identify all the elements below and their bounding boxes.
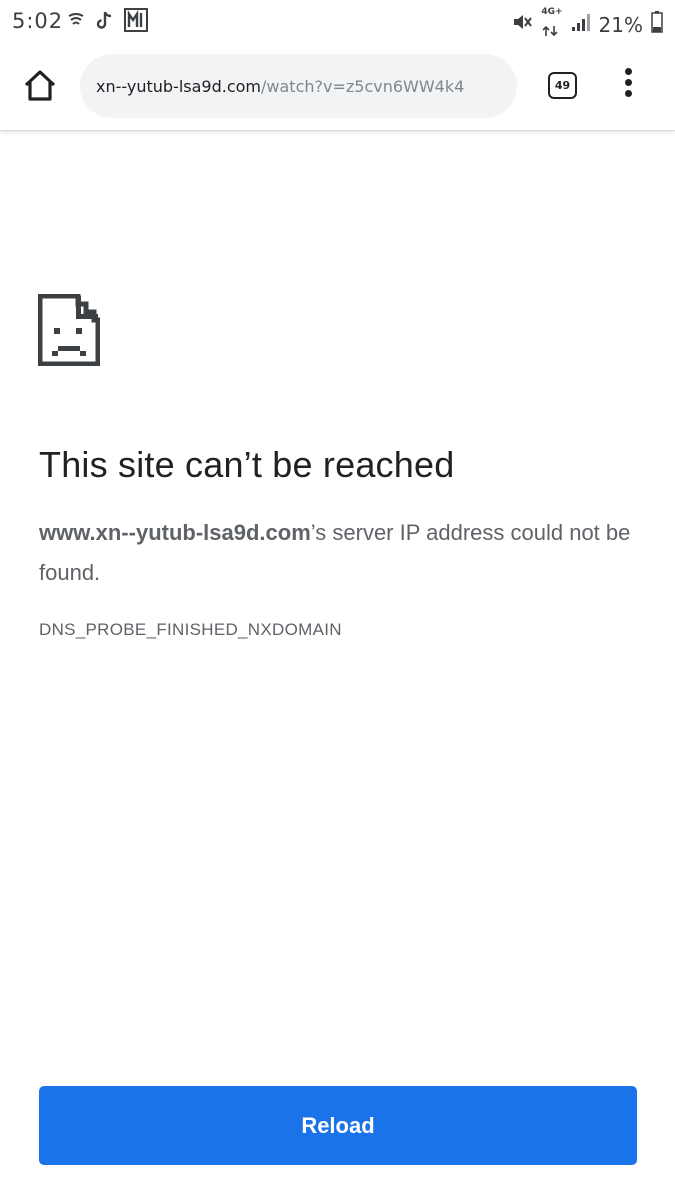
url-bar[interactable]: xn--yutub-lsa9d.com/watch?v=z5cvn6WW4k4 xyxy=(80,54,517,118)
error-host: www.xn--yutub-lsa9d.com xyxy=(39,520,311,545)
reload-button[interactable]: Reload xyxy=(39,1086,637,1165)
error-title: This site can’t be reached xyxy=(39,444,455,485)
error-description: www.xn--yutub-lsa9d.com’s server IP addr… xyxy=(39,513,639,593)
error-code: DNS_PROBE_FINISHED_NXDOMAIN xyxy=(39,620,342,639)
tab-count: 49 xyxy=(554,79,571,92)
sad-document-icon xyxy=(37,293,101,367)
tiktok-icon xyxy=(96,10,114,34)
network-4g-icon: 4G+ xyxy=(541,7,563,41)
status-right-icons: 4G+ 21% xyxy=(511,8,663,41)
tab-switcher-button[interactable]: 49 xyxy=(548,72,577,99)
vibrate-mute-icon xyxy=(511,11,533,38)
notification-icon xyxy=(66,10,86,34)
status-left-icons xyxy=(66,8,148,36)
url-domain: xn--yutub-lsa9d.com xyxy=(96,76,262,96)
app-m-icon xyxy=(124,8,148,36)
network-label: 4G+ xyxy=(541,7,563,17)
browser-toolbar: xn--yutub-lsa9d.com/watch?v=z5cvn6WW4k4 … xyxy=(0,42,675,131)
battery-icon xyxy=(651,11,663,38)
url-path: /watch?v=z5cvn6WW4k4 xyxy=(261,76,465,96)
more-vert-icon[interactable] xyxy=(616,68,640,104)
status-bar: 5:02 4G+ 21% xyxy=(0,0,675,42)
battery-percent: 21% xyxy=(598,12,643,37)
home-icon[interactable] xyxy=(20,66,60,106)
signal-icon xyxy=(571,12,591,37)
status-time: 5:02 xyxy=(12,9,64,33)
